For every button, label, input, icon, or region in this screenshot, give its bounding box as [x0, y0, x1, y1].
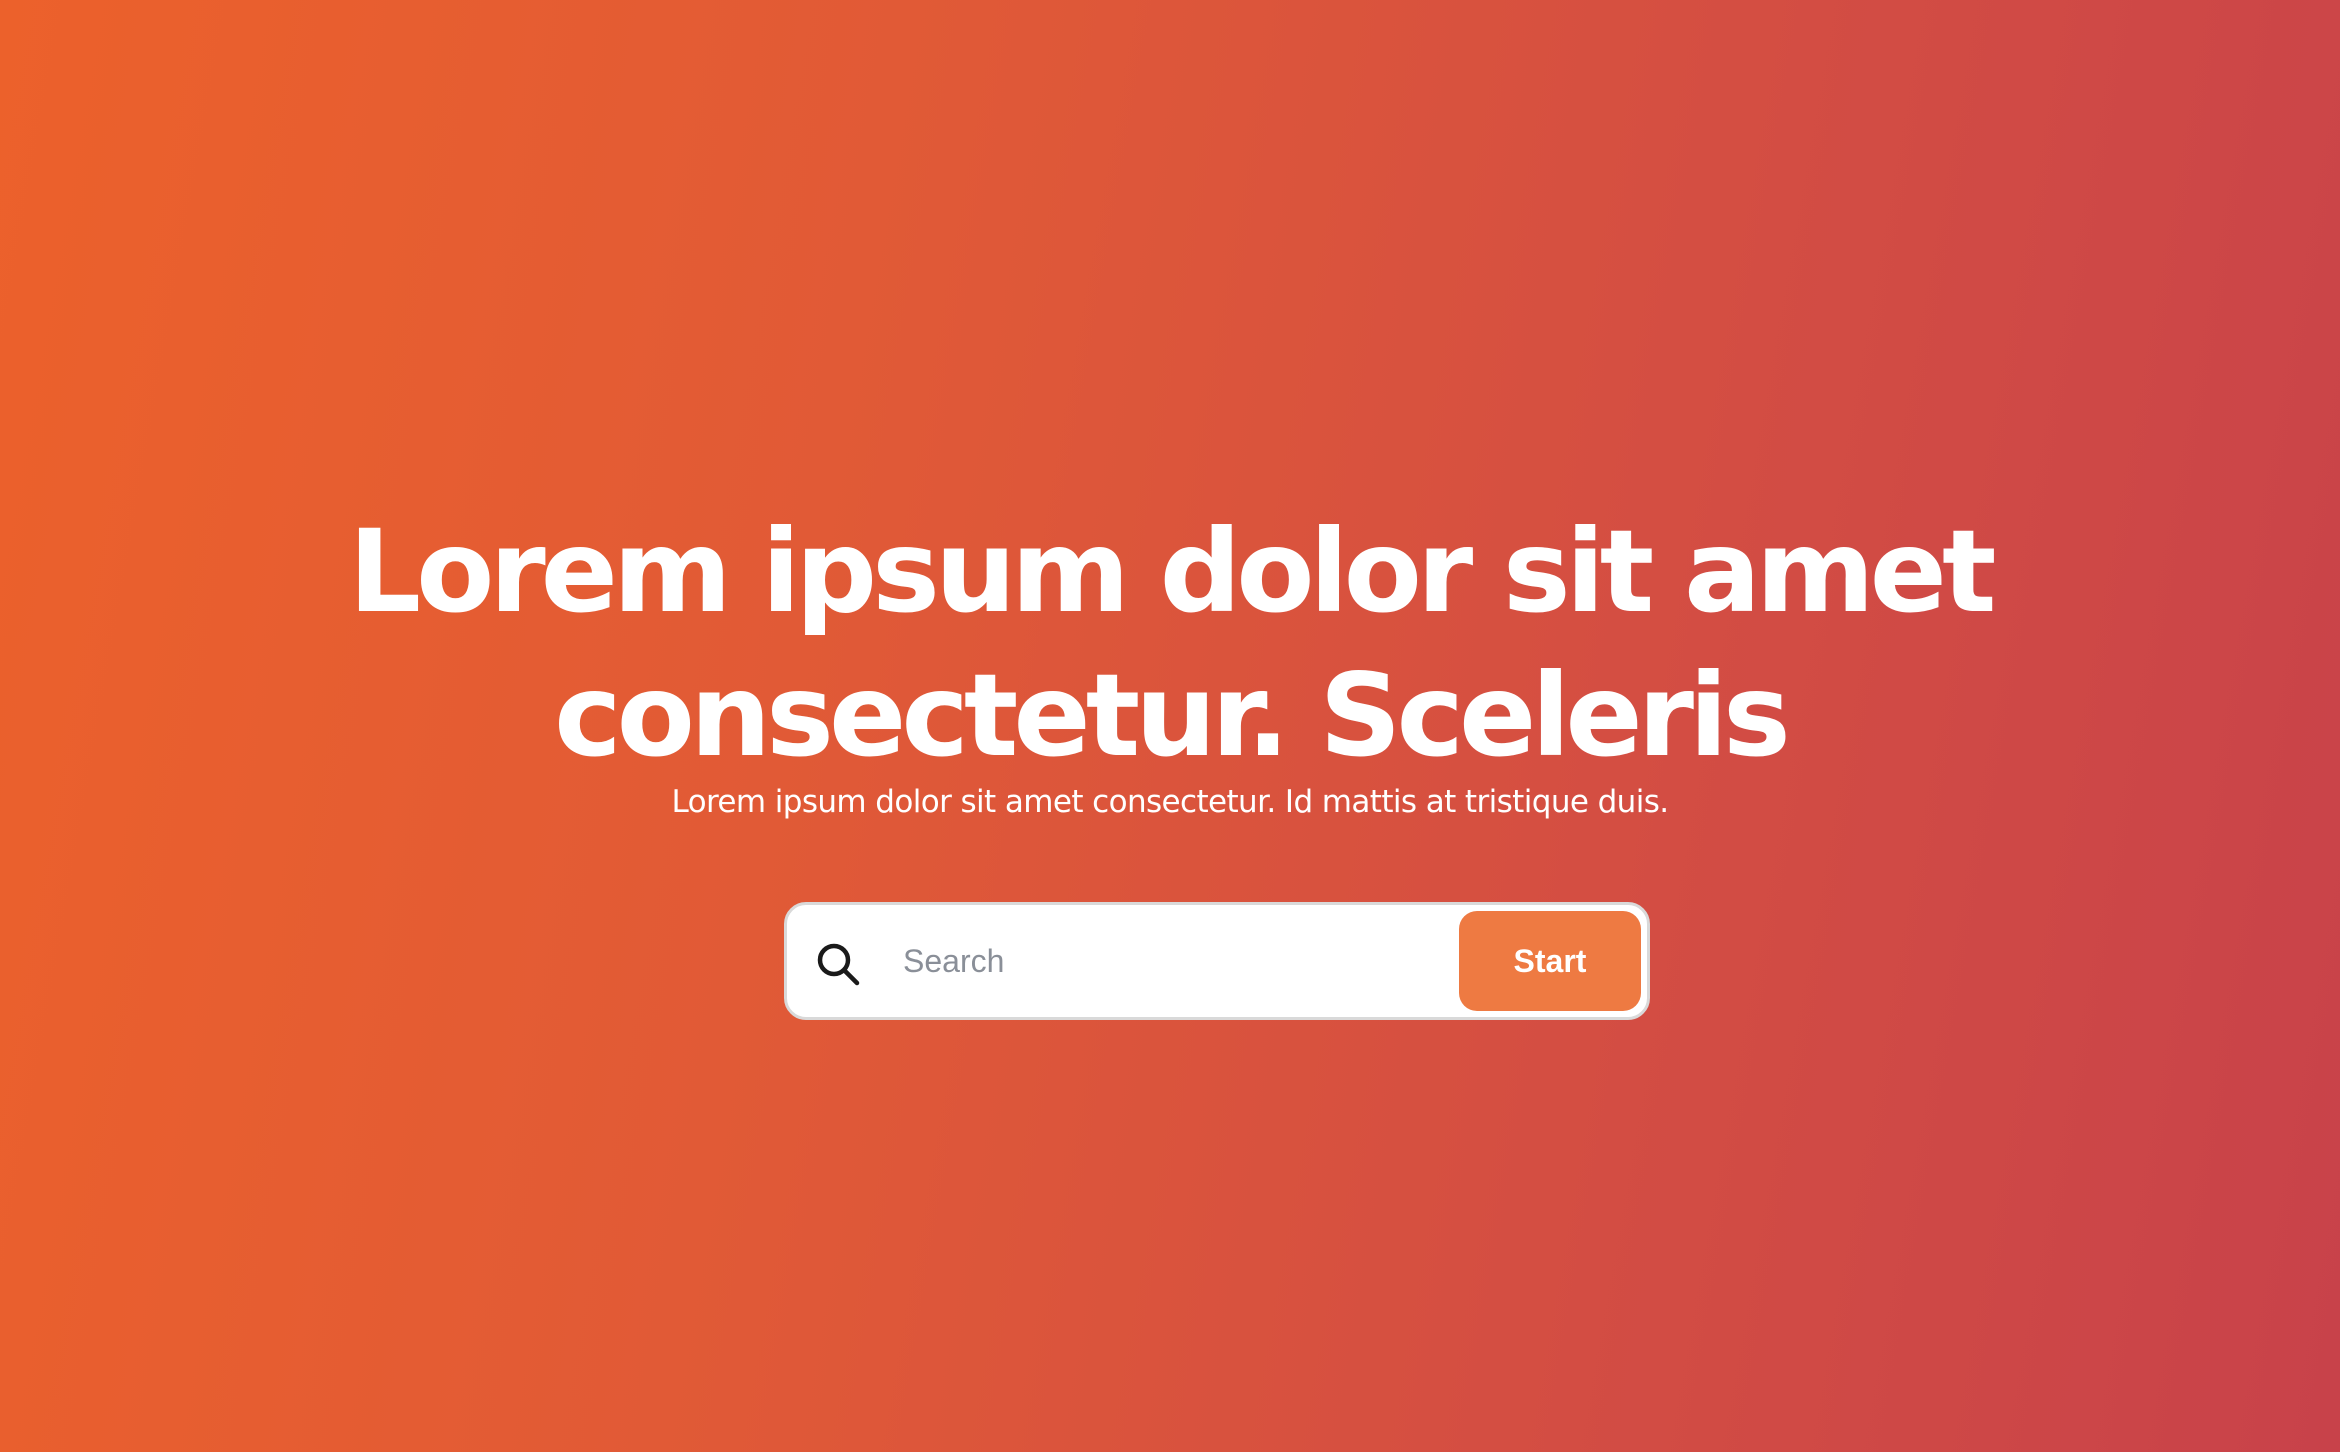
search-bar: Start	[784, 902, 1650, 1020]
hero-title-line-2: consectetur. Sceleris	[554, 649, 1791, 782]
search-icon	[815, 941, 861, 987]
hero-subtitle: Lorem ipsum dolor sit amet consectetur. …	[671, 784, 1669, 820]
start-button[interactable]: Start	[1459, 911, 1641, 1011]
hero-title: Lorem ipsum dolor sit amet consectetur. …	[0, 500, 2340, 788]
hero-section: Lorem ipsum dolor sit amet consectetur. …	[0, 0, 2340, 1452]
hero-title-line-1: Lorem ipsum dolor sit amet	[348, 505, 1996, 638]
search-input[interactable]	[903, 925, 1223, 997]
